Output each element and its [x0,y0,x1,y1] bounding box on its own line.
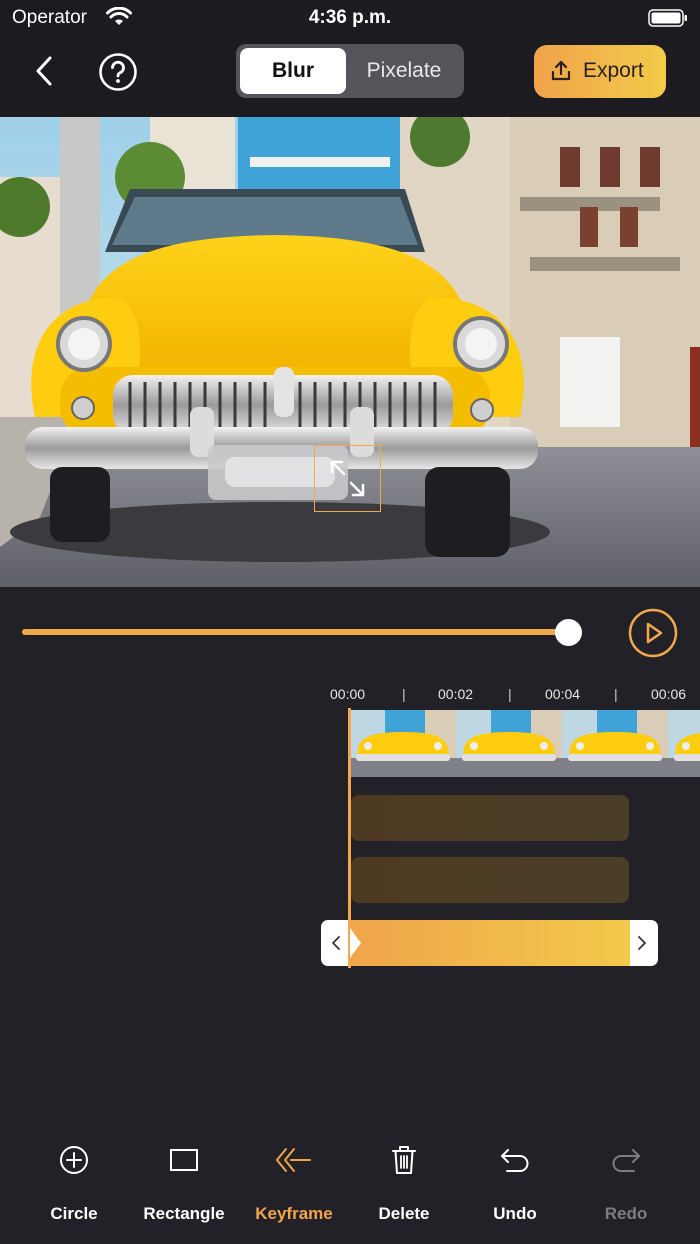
tool-undo[interactable]: Undo [460,1140,570,1230]
effect-track[interactable] [351,795,629,841]
export-label: Export [583,59,644,82]
tool-label: Circle [50,1204,98,1223]
mode-blur[interactable]: Blur [240,48,346,94]
blur-region-handle[interactable] [314,445,381,512]
chevron-left-icon[interactable] [28,54,62,88]
rectangle-icon [170,1149,198,1171]
timeline-tick: 00:06 [651,686,687,702]
redo-icon [612,1149,640,1172]
selected-track-fill [351,920,630,966]
progress-slider[interactable] [22,629,568,635]
mode-segmented-control: Blur Pixelate [236,44,464,98]
export-button[interactable]: Export [534,45,666,98]
battery-icon [648,9,687,27]
clock: 4:36 p.m. [308,7,392,28]
timeline-separator: | [508,686,512,702]
status-bar: Operator 4:36 p.m. [0,0,700,36]
tool-keyframe[interactable]: Keyframe [239,1140,349,1230]
timeline-separator: | [402,686,406,702]
video-thumbnail [456,710,562,777]
timeline-tick: 00:00 [330,686,366,702]
tool-label: Undo [493,1204,537,1223]
progress-slider-thumb[interactable] [555,619,582,646]
timeline-separator: | [614,686,618,702]
video-preview[interactable] [0,117,700,587]
mode-pixelate[interactable]: Pixelate [348,48,460,94]
keyframe-icon [276,1148,311,1172]
editor-header: Blur Pixelate Export [0,36,700,117]
undo-icon [501,1149,529,1172]
tool-label: Rectangle [143,1204,225,1223]
car-photo [0,117,700,587]
video-thumbnail-strip[interactable] [350,710,700,777]
tool-rectangle[interactable]: Rectangle [129,1140,239,1230]
timeline-tick: 00:02 [438,686,474,702]
share-upload-icon [551,60,571,81]
chevron-right-icon[interactable] [635,933,649,953]
play-circle-icon[interactable] [628,608,678,658]
question-circle-icon[interactable] [98,52,138,92]
effect-track[interactable] [351,857,629,903]
video-thumbnail [350,710,456,777]
video-thumbnail [562,710,668,777]
tool-circle[interactable]: Circle [19,1140,129,1230]
tool-delete[interactable]: Delete [349,1140,459,1230]
selected-effect-track[interactable] [321,920,658,966]
tool-redo[interactable]: Redo [571,1140,681,1230]
keyframe-marker-icon[interactable] [350,928,362,958]
plus-circle-icon [60,1146,88,1174]
tool-label: Redo [604,1204,648,1223]
resize-arrows-icon [330,460,365,497]
chevron-left-icon[interactable] [329,933,343,953]
trash-icon [392,1146,416,1174]
timeline-tick: 00:04 [545,686,581,702]
video-thumbnail [668,710,700,777]
tool-label: Keyframe [255,1204,333,1223]
tool-label: Delete [378,1204,430,1223]
